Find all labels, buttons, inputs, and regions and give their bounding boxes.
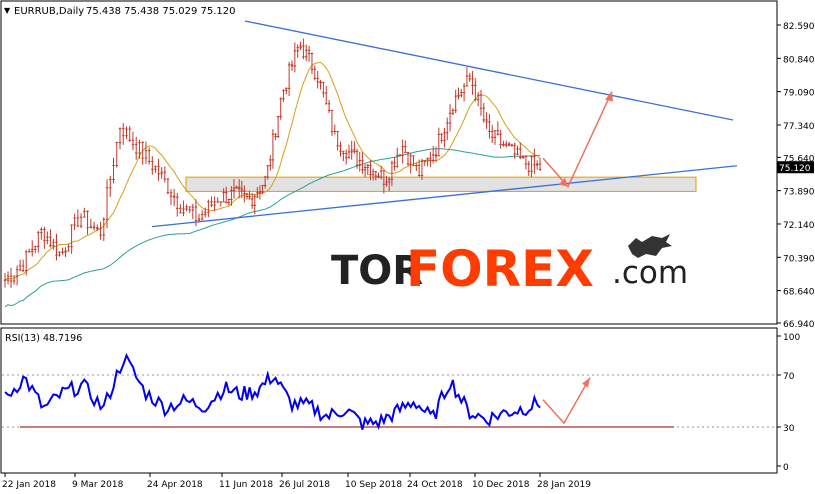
price-tick-label: 82.590 [783,22,815,32]
price-tick-label: 72.140 [783,221,815,231]
rsi-tick-label: 30 [783,424,795,434]
x-tick-label: 24 Apr 2018 [147,480,203,490]
x-tick-label: 11 Jun 2018 [219,480,273,490]
chart-ohlc: 75.438 75.438 75.029 75.120 [86,6,236,17]
x-tick-label: 26 Jul 2018 [279,480,330,490]
x-tick-label: 10 Sep 2018 [345,480,402,490]
x-axis: 22 Jan 2018 9 Mar 2018 24 Apr 2018 11 Jun 2… [2,473,591,490]
price-y-axis: 82.59080.84079.09077.34075.64073.89072.1… [777,22,815,330]
rsi-tick-label: 0 [783,463,789,473]
chart-header-arrow[interactable]: ▼ [4,6,11,15]
watermark-dotcom: .com [612,255,688,291]
x-tick-label: 22 Jan 2018 [2,480,56,490]
rsi-panel [0,327,778,474]
chart-canvas: 82.59080.84079.09077.34075.64073.89072.1… [0,0,815,490]
x-tick-label: 10 Dec 2018 [472,480,530,490]
chart-symbol: EURRUB,Daily [14,6,84,17]
rsi-y-axis: 100 70 30 0 [777,333,800,473]
rsi-tick-label: 70 [783,372,795,382]
price-tick-label: 73.890 [783,188,815,198]
x-tick-label: 24 Oct 2018 [407,480,463,490]
price-tick-label: 70.390 [783,254,815,264]
watermark-forex: FOREX [406,240,594,298]
rsi-label: RSI(13) 48.7196 [5,333,82,344]
current-price-label: 75.120 [779,164,811,174]
x-tick-label: 28 Jan 2019 [537,480,591,490]
price-tick-label: 66.940 [783,320,815,330]
x-tick-label: 9 Mar 2018 [72,480,124,490]
price-tick-label: 77.340 [783,122,815,132]
rsi-tick-label: 100 [783,333,800,343]
price-tick-label: 79.090 [783,89,815,99]
price-tick-label: 68.640 [783,288,815,298]
price-tick-label: 80.840 [783,55,815,65]
